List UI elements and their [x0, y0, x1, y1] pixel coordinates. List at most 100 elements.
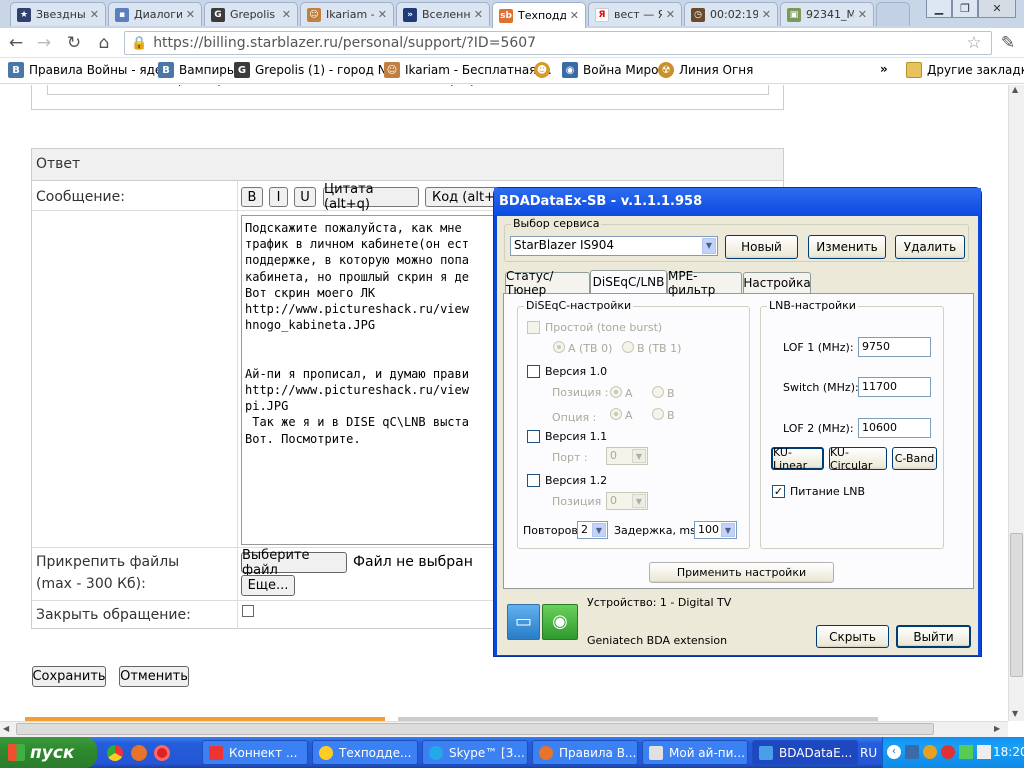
tab-ikariam[interactable]: ☺ Ikariam - ✕ — [300, 2, 394, 26]
position-radio-b[interactable] — [652, 386, 664, 398]
language-indicator[interactable]: RU — [860, 746, 877, 760]
delay-select[interactable]: 100 ▼ — [694, 521, 737, 539]
scroll-right-icon[interactable]: ▶ — [994, 724, 1000, 733]
back-icon[interactable]: ← — [4, 32, 28, 54]
tab-image[interactable]: ▣ 92341_M ✕ — [780, 2, 874, 26]
position-radio-a[interactable] — [610, 386, 622, 398]
home-icon[interactable]: ⌂ — [92, 32, 116, 54]
radio-a-tb0[interactable] — [553, 341, 565, 353]
italic-button[interactable]: I — [269, 187, 288, 207]
tab-diseqc-lnb[interactable]: DiSEqC/LNB — [590, 270, 667, 293]
lof2-input[interactable]: 10600 — [858, 418, 931, 438]
close-icon[interactable]: ✕ — [858, 8, 867, 21]
bookmarks-overflow-button[interactable]: » — [880, 62, 888, 76]
vertical-scrollbar[interactable]: ▲ ▼ — [1008, 85, 1024, 721]
close-icon[interactable]: ✕ — [666, 8, 675, 21]
bookmark-item[interactable]: B Правила Войны - яде... — [8, 62, 174, 78]
new-button[interactable]: Новый — [725, 235, 798, 259]
opera-quicklaunch-icon[interactable] — [154, 745, 170, 761]
task-rules[interactable]: Правила В... — [532, 740, 638, 765]
save-button[interactable]: Сохранить — [32, 666, 106, 687]
tab-timer[interactable]: ◷ 00:02:19 ✕ — [684, 2, 778, 26]
exit-button[interactable]: Выйти — [896, 625, 971, 648]
option-radio-b[interactable] — [652, 408, 664, 420]
bookmark-item[interactable]: ☺ Ikariam - Бесплатная ... — [384, 62, 552, 78]
task-my-ip[interactable]: Мой ай-пи... — [642, 740, 748, 765]
hide-button[interactable]: Скрыть — [816, 625, 889, 648]
tab-status-tuner[interactable]: Статус/Тюнер — [505, 269, 590, 297]
lof1-input[interactable]: 9750 — [858, 337, 931, 357]
tray-monitor-icon[interactable] — [959, 745, 973, 759]
tab-dialogs[interactable]: ▪ Диалоги ✕ — [108, 2, 202, 26]
bookmark-item[interactable]: G Grepolis (1) - город N... — [234, 62, 398, 78]
version-11-checkbox[interactable] — [527, 430, 540, 443]
window-close-icon[interactable]: ✕ — [978, 0, 1016, 18]
chrome-quicklaunch-icon[interactable] — [107, 745, 123, 761]
tab-stars[interactable]: ★ Звездные ✕ — [10, 2, 106, 26]
forward-icon[interactable]: → — [32, 32, 56, 54]
address-bar[interactable]: 🔒 https://billing.starblazer.ru/personal… — [124, 31, 992, 55]
apply-settings-button[interactable]: Применить настройки — [649, 562, 834, 583]
tray-network-icon[interactable] — [905, 745, 919, 759]
bookmark-item[interactable]: ☢ Линия Огня — [658, 62, 753, 78]
position2-select[interactable]: 0 ▼ — [606, 492, 648, 510]
ku-linear-button[interactable]: KU-Linear — [771, 446, 824, 472]
repeats-select[interactable]: 2 ▼ — [577, 521, 608, 539]
firefox-quicklaunch-icon[interactable] — [131, 745, 147, 761]
switch-input[interactable]: 11700 — [858, 377, 931, 397]
radio-b-tb1[interactable] — [622, 341, 634, 353]
bookmark-item[interactable]: ◉ Война Миров — [562, 62, 666, 78]
option-radio-a[interactable] — [610, 408, 622, 420]
tray-app-icon[interactable] — [923, 745, 937, 759]
scroll-down-icon[interactable]: ▼ — [1012, 709, 1018, 718]
tab-yandex[interactable]: Явест — Я ✕ — [588, 2, 682, 26]
other-bookmarks[interactable]: Другие закладки — [906, 62, 1024, 78]
start-button[interactable]: пуск — [0, 737, 97, 768]
more-files-button[interactable]: Еще... — [241, 575, 295, 596]
close-icon[interactable]: ✕ — [474, 8, 483, 21]
quote-button[interactable]: Цитата (alt+q) — [323, 182, 419, 212]
scroll-left-icon[interactable]: ◀ — [3, 724, 9, 733]
bookmark-item[interactable]: ☻ — [534, 62, 555, 78]
tab-settings[interactable]: Настройка — [743, 272, 811, 293]
bold-button[interactable]: B — [241, 187, 263, 207]
tab-universe[interactable]: » Вселенна ✕ — [396, 2, 490, 26]
edit-button[interactable]: Изменить — [808, 235, 886, 259]
bookmark-star-icon[interactable]: ☆ — [962, 32, 986, 54]
cancel-button[interactable]: Отменить — [119, 666, 189, 687]
delete-button[interactable]: Удалить — [895, 235, 965, 259]
version-12-checkbox[interactable] — [527, 474, 540, 487]
new-tab-button[interactable] — [876, 2, 910, 26]
task-skype[interactable]: Skype™ [3... — [422, 740, 528, 765]
reload-icon[interactable]: ↻ — [62, 32, 86, 54]
close-icon[interactable]: ✕ — [90, 8, 99, 21]
tab-support[interactable]: sb Техподд ✕ — [492, 2, 586, 28]
underline-button[interactable]: U — [294, 187, 316, 207]
horizontal-scroll-thumb[interactable] — [16, 723, 934, 735]
task-connect[interactable]: Коннект ... — [202, 740, 308, 765]
tray-expand-icon[interactable]: ‹ — [887, 745, 901, 759]
bookmark-item[interactable]: B Вампиры — [158, 62, 236, 78]
task-bdadataex[interactable]: BDADataE... — [752, 740, 858, 765]
restore-icon[interactable]: ❐ — [952, 0, 978, 18]
close-icon[interactable]: ✕ — [570, 9, 579, 22]
message-textarea[interactable]: Подскажите пожалуйста, как мне трафик в … — [241, 215, 521, 545]
tray-antivirus-icon[interactable] — [941, 745, 955, 759]
ku-circular-button[interactable]: KU-Circular — [829, 446, 887, 472]
close-icon[interactable]: ✕ — [378, 8, 387, 21]
close-icon[interactable]: ✕ — [282, 8, 291, 21]
choose-file-button[interactable]: Выберите файл — [241, 548, 347, 578]
port-select[interactable]: 0 ▼ — [606, 447, 648, 465]
tray-volume-icon[interactable] — [977, 745, 991, 759]
tab-grepolis[interactable]: G Grepolis (✕ — [204, 2, 298, 26]
minimize-icon[interactable]: ▁ — [926, 0, 952, 18]
horizontal-scrollbar[interactable]: ◀ ▶ — [0, 721, 1008, 737]
version-10-checkbox[interactable] — [527, 365, 540, 378]
lnb-power-checkbox[interactable]: ✓ — [772, 485, 785, 498]
tab-mpe-filter[interactable]: MPE-фильтр — [667, 269, 742, 297]
vertical-scroll-thumb[interactable] — [1010, 533, 1023, 677]
close-ticket-checkbox[interactable] — [242, 605, 254, 617]
c-band-button[interactable]: C-Band — [892, 447, 937, 470]
service-select[interactable]: StarBlazer IS904 ▼ — [510, 236, 718, 256]
task-support[interactable]: Техподде... — [312, 740, 418, 765]
